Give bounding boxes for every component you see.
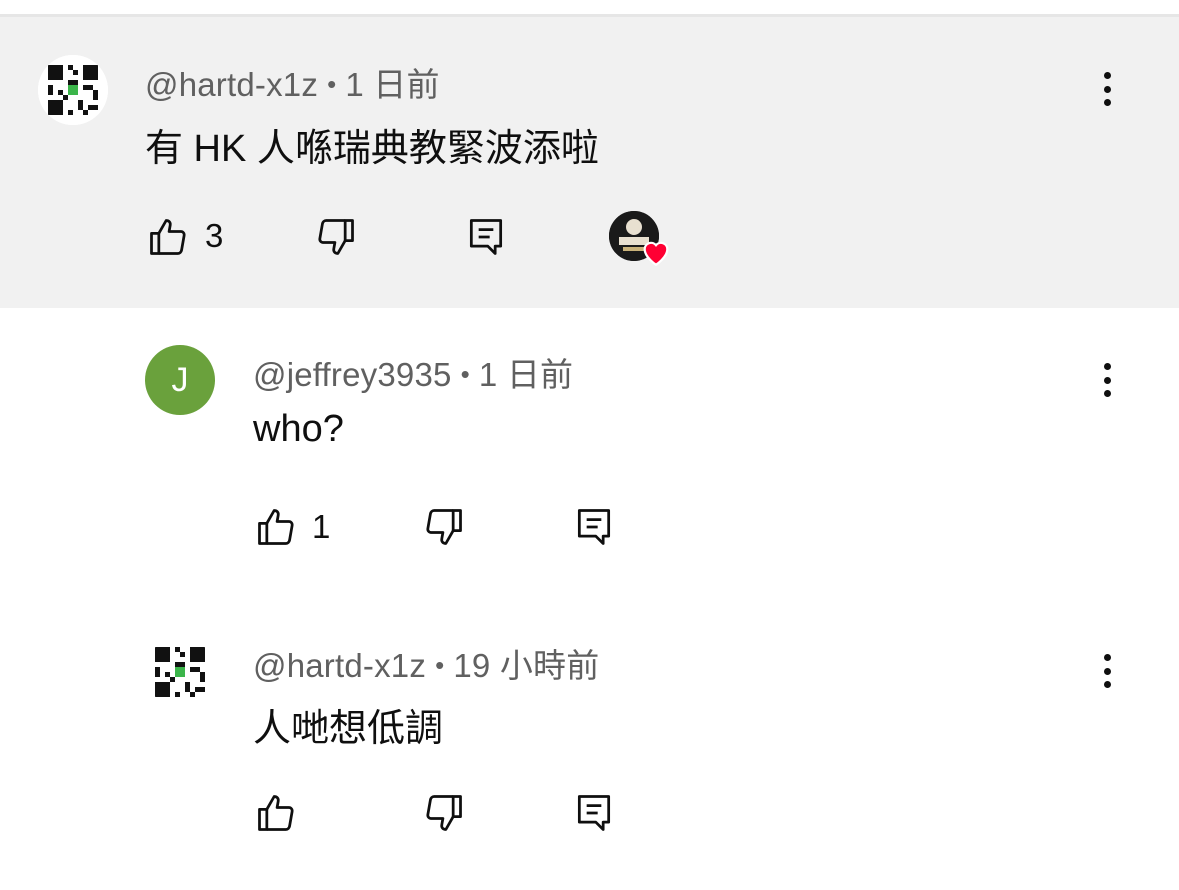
dislike-button[interactable] [420, 789, 468, 837]
avatar[interactable]: J [145, 345, 215, 415]
kebab-dot [1103, 667, 1111, 675]
comment-meta: @jeffrey3935 • 1 日前 [253, 348, 573, 396]
like-button[interactable] [252, 789, 300, 837]
username[interactable]: @hartd-x1z [253, 647, 426, 684]
thumbs-up-icon [258, 509, 294, 545]
reply-button[interactable] [570, 503, 618, 551]
kebab-dot [1103, 681, 1111, 688]
meta-separator: • [435, 650, 445, 680]
comment-text: 有 HK 人喺瑞典教緊波添啦 [145, 128, 599, 170]
thumbs-down-icon [426, 509, 462, 545]
like-button[interactable] [144, 213, 192, 261]
kebab-dot [1103, 85, 1111, 93]
kebab-dot [1103, 654, 1111, 661]
like-count: 1 [312, 508, 331, 545]
like-count: 3 [205, 217, 224, 254]
kebab-dot [1103, 99, 1111, 106]
dislike-button[interactable] [420, 503, 468, 551]
username[interactable]: @jeffrey3935 [253, 356, 452, 393]
avatar-letter: J [171, 360, 189, 399]
meta-separator: • [327, 69, 337, 99]
comment-meta: @hartd-x1z • 19 小時前 [253, 639, 599, 687]
thumbs-down-icon [426, 795, 462, 831]
comment-menu-button[interactable] [1092, 648, 1122, 694]
thumbs-down-icon [318, 219, 354, 255]
kebab-dot [1103, 390, 1111, 397]
reply-button[interactable] [462, 213, 510, 261]
qr-code-avatar-icon [145, 637, 215, 707]
comment-text: who? [253, 408, 344, 450]
thumbs-up-icon [150, 219, 186, 255]
kebab-dot [1103, 363, 1111, 370]
like-button[interactable] [252, 503, 300, 551]
kebab-dot [1103, 376, 1111, 384]
creator-heart-badge [609, 211, 673, 275]
comment-text: 人哋想低調 [253, 708, 444, 750]
comment-menu-button[interactable] [1092, 357, 1122, 403]
timestamp[interactable]: 1 日前 [479, 356, 573, 393]
comment-meta: @hartd-x1z • 1 日前 [145, 58, 440, 106]
reply-icon [577, 795, 611, 831]
avatar[interactable] [38, 55, 108, 125]
reply-icon [577, 509, 611, 545]
kebab-dot [1103, 72, 1111, 79]
heart-icon [643, 241, 669, 267]
timestamp[interactable]: 1 日前 [345, 66, 439, 103]
avatar[interactable] [145, 637, 215, 707]
thumbs-up-icon [258, 795, 294, 831]
meta-separator: • [460, 359, 470, 389]
username[interactable]: @hartd-x1z [145, 66, 318, 103]
comment-menu-button[interactable] [1092, 66, 1122, 112]
qr-code-avatar-icon [38, 55, 108, 125]
timestamp[interactable]: 19 小時前 [453, 647, 599, 684]
dislike-button[interactable] [312, 213, 360, 261]
reply-icon [469, 219, 503, 255]
reply-button[interactable] [570, 789, 618, 837]
